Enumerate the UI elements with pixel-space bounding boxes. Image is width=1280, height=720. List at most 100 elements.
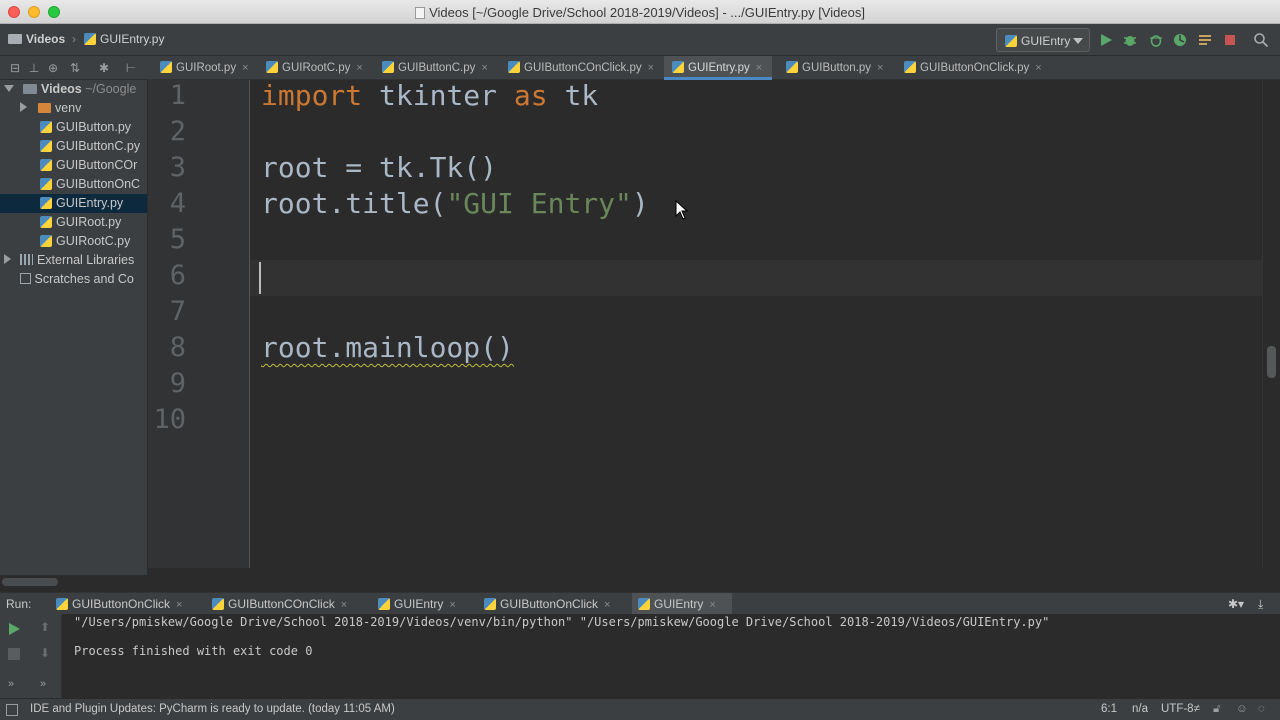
tree-item-guientry[interactable]: GUIEntry.py — [0, 194, 147, 213]
event-log-icon[interactable]: ◌ — [1258, 703, 1265, 715]
python-file-icon — [378, 598, 390, 610]
line-number: 1 — [169, 80, 186, 111]
run-console[interactable]: "/Users/pmiskew/Google Drive/School 2018… — [62, 614, 1280, 698]
stop-icon[interactable] — [1222, 32, 1238, 48]
gear-icon[interactable]: ✱ — [97, 61, 111, 75]
hide-panel-icon[interactable]: ⤓ — [1258, 597, 1263, 612]
chevron-right-icon[interactable] — [4, 254, 11, 264]
module-name: tkinter — [362, 79, 514, 112]
line-number: 6 — [169, 260, 186, 291]
inspector-icon[interactable]: ☺︎ — [1236, 703, 1248, 715]
tree-item-guibuttononclick[interactable]: GUIButtonOnC — [0, 175, 147, 194]
editor-gutter: 1 2 3 4 5 6 7 8 9 10 — [148, 80, 250, 568]
run-tab-guibuttonconclick[interactable]: GUIButtonCOnClick × — [206, 593, 347, 615]
run-tab-guientry[interactable]: GUIEntry × — [372, 593, 456, 615]
editor-vertical-scrollbar[interactable] — [1262, 80, 1280, 568]
project-view-icon[interactable]: ⊟ — [8, 61, 22, 75]
tree-item-scratches[interactable]: Scratches and Co — [0, 270, 147, 289]
close-icon[interactable]: × — [341, 599, 347, 611]
close-icon[interactable]: × — [709, 599, 715, 611]
scrollbar-thumb[interactable] — [2, 578, 58, 586]
gear-icon[interactable]: ✱▾ — [1228, 597, 1244, 611]
python-file-icon — [484, 598, 496, 610]
rerun-play-icon[interactable] — [8, 623, 20, 635]
hide-panel-icon[interactable]: ⊢ — [124, 61, 138, 75]
editor-horizontal-scrollbar[interactable] — [0, 575, 1280, 592]
tree-item-label: GUIRoot.py — [56, 215, 122, 229]
tree-item-guiroot[interactable]: GUIRoot.py — [0, 213, 147, 232]
breadcrumb-file[interactable]: GUIEntry.py — [84, 32, 164, 46]
lock-icon[interactable]: 🔓︎ — [1213, 703, 1220, 716]
close-icon[interactable]: × — [449, 599, 455, 611]
run-tab-guientry-active[interactable]: GUIEntry × — [632, 593, 732, 615]
debug-bug-icon[interactable] — [1122, 32, 1138, 48]
close-icon[interactable]: × — [242, 62, 248, 74]
collapse-all-icon[interactable]: ⇅ — [68, 61, 82, 75]
code-line-8[interactable]: root.mainloop() — [261, 331, 514, 364]
run-tab-guibuttononclick[interactable]: GUIButtonOnClick × — [50, 593, 182, 615]
locate-target-icon[interactable]: ⊕ — [46, 61, 60, 75]
code-editor[interactable]: import tkinter as tk root = tk.Tk() root… — [250, 79, 1262, 568]
tree-item-guibutton[interactable]: GUIButton.py — [0, 118, 147, 137]
tab-guibuttonconclick[interactable]: GUIButtonCOnClick.py × — [500, 56, 654, 80]
tree-item-label: GUIEntry.py — [56, 196, 124, 210]
expand-more-icon[interactable]: » — [40, 678, 46, 690]
code-line-1[interactable]: import tkinter as tk — [261, 79, 598, 112]
tab-guibutton[interactable]: GUIButton.py × — [778, 56, 883, 80]
close-icon[interactable]: × — [648, 62, 654, 74]
file-encoding[interactable]: UTF-8≠ — [1161, 703, 1200, 715]
close-icon[interactable]: × — [1035, 62, 1041, 74]
tree-item-guirootc[interactable]: GUIRootC.py — [0, 232, 147, 251]
close-icon[interactable]: × — [877, 62, 883, 74]
folder-icon — [8, 34, 22, 44]
arrow-down-icon[interactable]: ⬇ — [40, 646, 50, 660]
tree-item-label: GUIRootC.py — [56, 234, 131, 248]
close-icon[interactable]: × — [756, 62, 762, 74]
run-configuration-select[interactable]: GUIEntry — [996, 28, 1090, 52]
tab-guibuttonc[interactable]: GUIButtonC.py × — [374, 56, 488, 80]
profile-icon[interactable] — [1172, 32, 1188, 48]
breadcrumb-separator: › — [72, 32, 76, 46]
document-icon — [415, 7, 426, 19]
arrow-up-icon[interactable]: ⬆ — [40, 620, 50, 634]
tab-label: GUIRoot.py — [176, 62, 237, 74]
search-icon[interactable] — [1253, 32, 1269, 48]
stop-icon[interactable] — [8, 648, 20, 660]
breadcrumb-project[interactable]: Videos — [8, 32, 65, 46]
window-title-text: Videos [~/Google Drive/School 2018-2019/… — [429, 5, 865, 20]
close-icon[interactable]: × — [176, 599, 182, 611]
scrollbar-thumb[interactable] — [1267, 346, 1276, 378]
text-cursor — [259, 262, 261, 294]
caret-position[interactable]: 6:1 — [1101, 703, 1117, 715]
line-separator-status[interactable]: n/a — [1132, 703, 1148, 715]
expand-more-icon[interactable]: » — [8, 678, 14, 690]
toggle-panels-icon[interactable] — [6, 704, 18, 716]
tab-guiroot[interactable]: GUIRoot.py × — [152, 56, 249, 80]
chevron-down-icon[interactable] — [4, 85, 14, 92]
run-coverage-icon[interactable] — [1148, 32, 1164, 48]
run-tab-label: GUIEntry — [654, 597, 704, 611]
build-list-icon[interactable] — [1197, 32, 1213, 48]
code-line-4[interactable]: root.title("GUI Entry") — [261, 187, 649, 220]
status-message[interactable]: IDE and Plugin Updates: PyCharm is ready… — [30, 703, 395, 715]
run-play-icon[interactable] — [1098, 32, 1114, 48]
tree-item-guibuttonconclick[interactable]: GUIButtonCOr — [0, 156, 147, 175]
tree-item-guibuttonc[interactable]: GUIButtonC.py — [0, 137, 147, 156]
tree-item-label: Scratches and Co — [34, 272, 134, 286]
python-file-icon — [40, 197, 52, 209]
run-tab-guibuttononclick-2[interactable]: GUIButtonOnClick × — [478, 593, 610, 615]
tab-guientry[interactable]: GUIEntry.py × — [664, 56, 772, 80]
close-icon[interactable]: × — [604, 599, 610, 611]
run-tab-label: GUIEntry — [394, 597, 444, 611]
close-icon[interactable]: × — [356, 62, 362, 74]
tree-item-venv[interactable]: venv — [0, 99, 147, 118]
tab-guirootc[interactable]: GUIRootC.py × — [258, 56, 363, 80]
chevron-right-icon[interactable] — [20, 102, 27, 112]
tab-guibuttononclick[interactable]: GUIButtonOnClick.py × — [896, 56, 1042, 80]
close-icon[interactable]: × — [481, 62, 487, 74]
sort-icon[interactable]: ⊥ — [27, 61, 41, 75]
code-line-3[interactable]: root = tk.Tk() — [261, 151, 497, 184]
tree-item-label: External Libraries — [36, 253, 135, 267]
tree-root-videos[interactable]: Videos ~/Google — [0, 80, 147, 99]
tree-item-external-libraries[interactable]: External Libraries — [0, 251, 147, 270]
